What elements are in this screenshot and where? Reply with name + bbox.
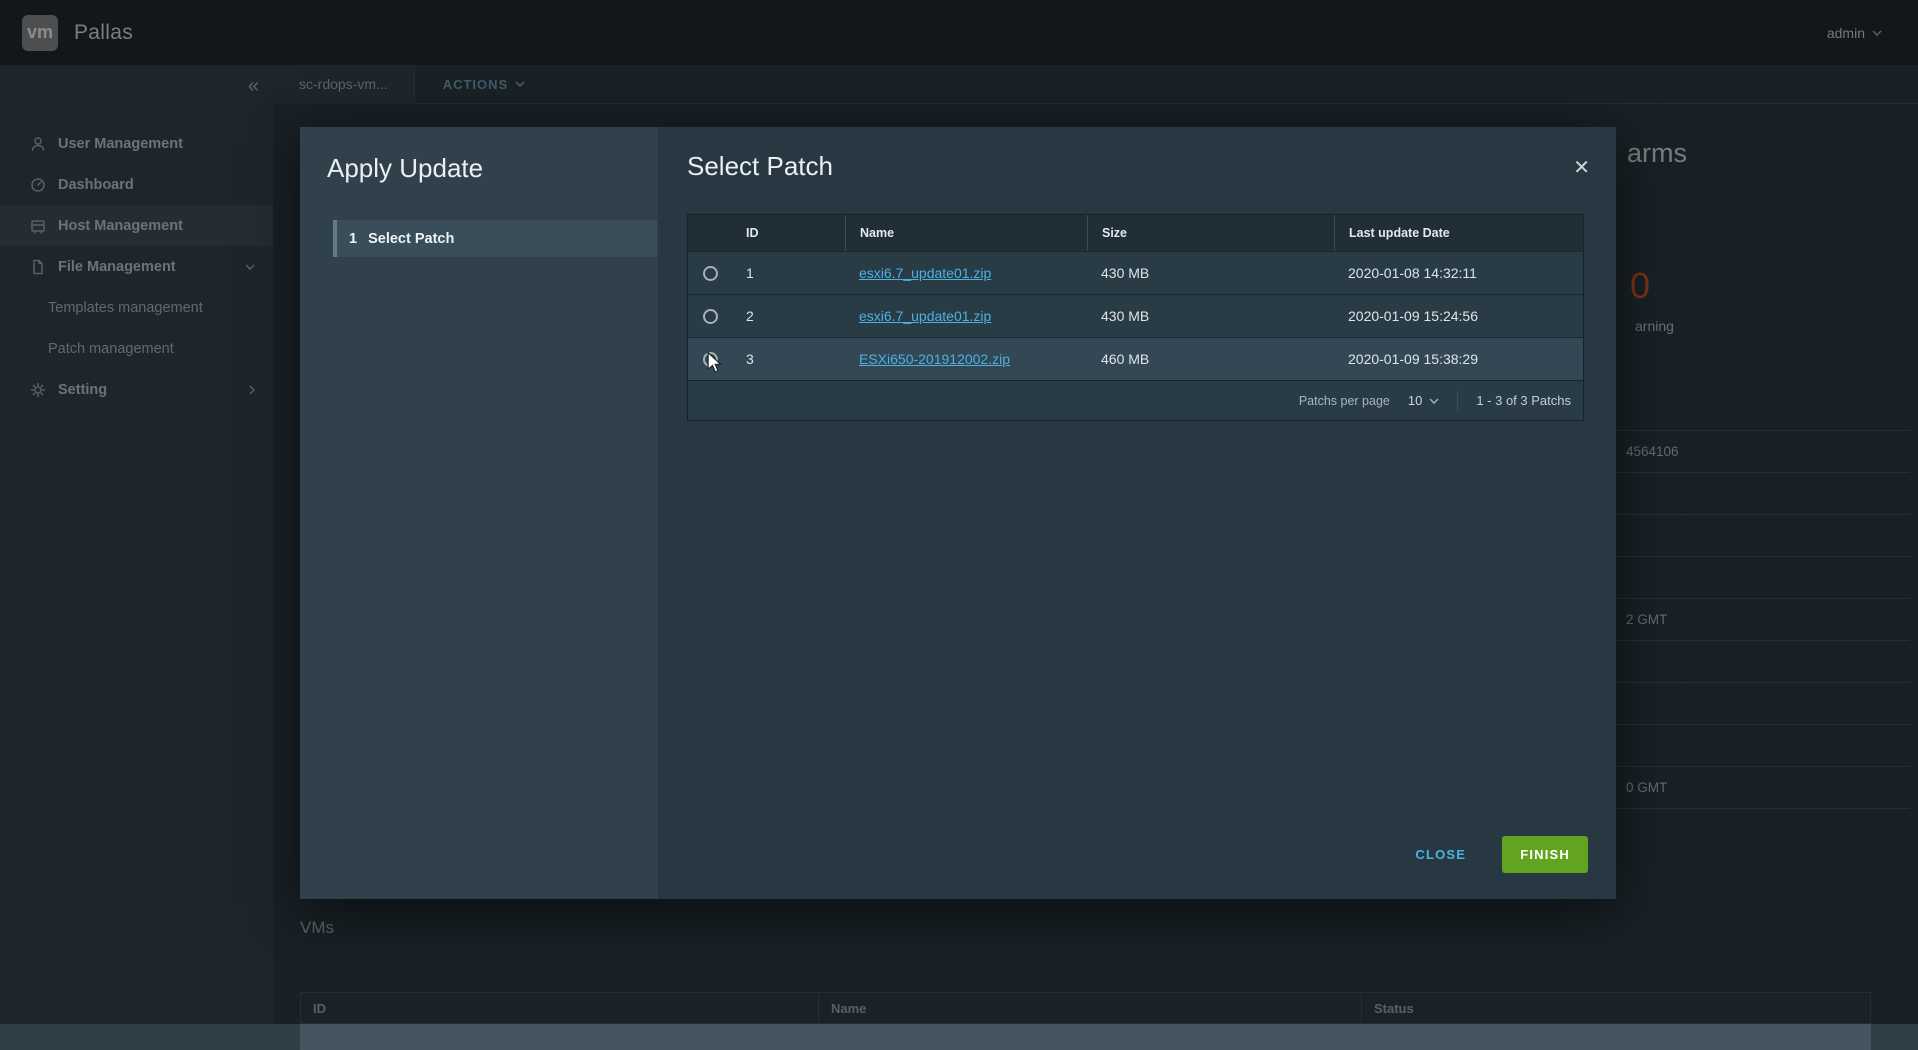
close-icon[interactable]: ✕ xyxy=(1569,151,1594,184)
patch-id: 2 xyxy=(746,308,754,324)
patch-row: 3 ESXi650-201912002.zip 460 MB 2020-01-0… xyxy=(688,337,1583,380)
panel-title: Select Patch xyxy=(687,151,833,181)
wizard-steps-panel: Apply Update 1 Select Patch xyxy=(300,127,658,899)
apply-update-modal: Apply Update 1 Select Patch Select Patch… xyxy=(300,127,1616,899)
patch-date: 2020-01-08 14:32:11 xyxy=(1348,265,1477,281)
patch-date: 2020-01-09 15:38:29 xyxy=(1348,351,1478,367)
step-label: Select Patch xyxy=(368,230,455,247)
patch-table-footer: Patchs per page 10 1 - 3 of 3 Patchs xyxy=(688,380,1583,420)
patch-size: 460 MB xyxy=(1101,351,1150,367)
modal-title: Apply Update xyxy=(327,153,484,183)
patch-link[interactable]: esxi6.7_update01.zip xyxy=(859,265,991,281)
patch-row: 1 esxi6.7_update01.zip 430 MB 2020-01-08… xyxy=(688,251,1583,294)
header-id: ID xyxy=(746,226,759,240)
patch-size: 430 MB xyxy=(1101,265,1150,281)
patch-link[interactable]: esxi6.7_update01.zip xyxy=(859,308,991,324)
finish-button[interactable]: FINISH xyxy=(1502,836,1588,873)
per-page-select[interactable]: 10 xyxy=(1408,393,1439,408)
patch-radio[interactable] xyxy=(702,351,718,367)
patch-size: 430 MB xyxy=(1101,308,1150,324)
close-button[interactable]: CLOSE xyxy=(1409,846,1472,863)
patch-radio[interactable] xyxy=(702,308,718,324)
select-patch-panel: Select Patch ✕ ID Name Size Last update … xyxy=(658,127,1616,899)
patch-link[interactable]: ESXi650-201912002.zip xyxy=(859,351,1010,367)
per-page-label: Patchs per page xyxy=(1298,393,1390,408)
patch-date: 2020-01-09 15:24:56 xyxy=(1348,308,1478,324)
header-size: Size xyxy=(1087,215,1334,251)
patch-table: ID Name Size Last update Date 1 esxi6.7_… xyxy=(687,214,1584,421)
per-page-value: 10 xyxy=(1407,393,1423,408)
chevron-down-icon xyxy=(1429,397,1439,404)
patch-radio[interactable] xyxy=(702,265,718,281)
header-date: Last update Date xyxy=(1334,215,1585,251)
vms-table-row xyxy=(301,1023,1870,1049)
modal-footer: CLOSE FINISH xyxy=(1409,836,1588,873)
footer-divider xyxy=(1457,390,1459,411)
header-name: Name xyxy=(845,215,1087,251)
radio-column-header xyxy=(688,215,732,251)
pagination-range: 1 - 3 of 3 Patchs xyxy=(1476,393,1571,408)
patch-id: 3 xyxy=(746,351,754,367)
patch-row: 2 esxi6.7_update01.zip 430 MB 2020-01-09… xyxy=(688,294,1583,337)
wizard-step-select-patch[interactable]: 1 Select Patch xyxy=(333,220,657,257)
step-number: 1 xyxy=(349,230,358,247)
patch-table-header: ID Name Size Last update Date xyxy=(688,215,1583,251)
patch-id: 1 xyxy=(746,265,754,281)
